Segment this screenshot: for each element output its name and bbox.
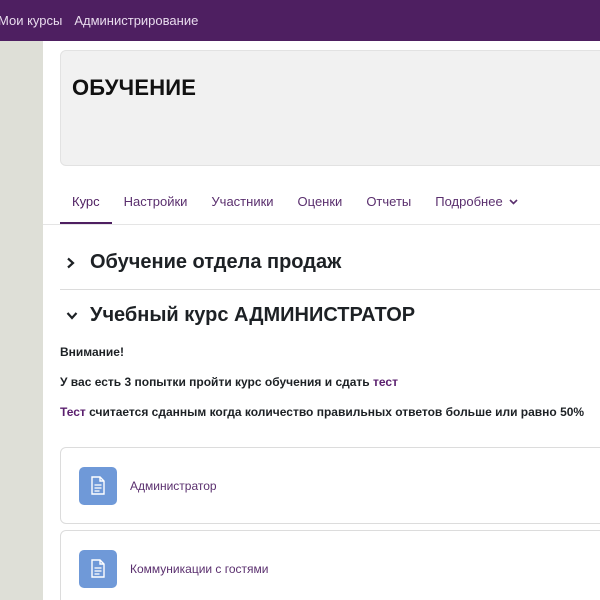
section-sales-training: Обучение отдела продаж bbox=[60, 251, 600, 274]
chevron-down-icon[interactable] bbox=[60, 311, 84, 320]
activity-administrator[interactable]: Администратор bbox=[60, 447, 600, 524]
notice-text: считается сданным когда количество прави… bbox=[85, 405, 585, 419]
top-navbar: Мои курсы Администрирование bbox=[0, 0, 600, 41]
page-title: ОБУЧЕНИЕ bbox=[72, 75, 197, 100]
main-content: ОБУЧЕНИЕ Курс Настройки Участники Оценки… bbox=[43, 41, 600, 600]
section-divider bbox=[60, 289, 600, 290]
section-admin-course: Учебный курс АДМИНИСТРАТОР bbox=[60, 304, 600, 327]
tab-more[interactable]: Подробнее bbox=[423, 181, 530, 225]
activity-guest-communication[interactable]: Коммуникации с гостями bbox=[60, 530, 600, 600]
test-link[interactable]: Тест bbox=[60, 405, 86, 419]
nav-link-administration[interactable]: Администрирование bbox=[74, 13, 198, 28]
nav-link-my-courses[interactable]: Мои курсы bbox=[0, 13, 62, 28]
left-drawer bbox=[0, 41, 43, 600]
tabs-divider bbox=[43, 224, 600, 225]
chevron-down-icon bbox=[508, 197, 518, 208]
notice-attempts: У вас есть 3 попытки пройти курс обучени… bbox=[60, 375, 398, 389]
tab-label: Участники bbox=[211, 194, 274, 209]
secondary-navigation: Курс Настройки Участники Оценки Отчеты П… bbox=[60, 181, 530, 225]
tab-participants[interactable]: Участники bbox=[199, 181, 285, 225]
tab-label: Настройки bbox=[123, 194, 188, 209]
section-title[interactable]: Обучение отдела продаж bbox=[90, 251, 341, 274]
section-title[interactable]: Учебный курс АДМИНИСТРАТОР bbox=[90, 304, 415, 327]
chevron-right-icon[interactable] bbox=[60, 257, 84, 269]
page-icon bbox=[79, 466, 117, 505]
test-link[interactable]: тест bbox=[373, 375, 398, 389]
tab-label: Отчеты bbox=[366, 194, 412, 209]
notice-pass-criteria: Тест считается сданным когда количество … bbox=[60, 405, 584, 419]
tab-reports[interactable]: Отчеты bbox=[354, 181, 423, 225]
page-icon bbox=[79, 549, 117, 588]
notice-text: У вас есть 3 попытки пройти курс обучени… bbox=[60, 375, 374, 389]
tab-label: Оценки bbox=[297, 194, 343, 209]
tab-course[interactable]: Курс bbox=[60, 181, 112, 225]
tab-label: Курс bbox=[72, 194, 100, 209]
tab-grades[interactable]: Оценки bbox=[286, 181, 355, 225]
activity-label[interactable]: Администратор bbox=[130, 479, 217, 493]
tab-settings[interactable]: Настройки bbox=[112, 181, 200, 225]
tab-label: Подробнее bbox=[435, 194, 503, 209]
notice-heading: Внимание! bbox=[60, 345, 124, 359]
course-header: ОБУЧЕНИЕ bbox=[60, 50, 600, 166]
activity-label[interactable]: Коммуникации с гостями bbox=[130, 562, 269, 576]
